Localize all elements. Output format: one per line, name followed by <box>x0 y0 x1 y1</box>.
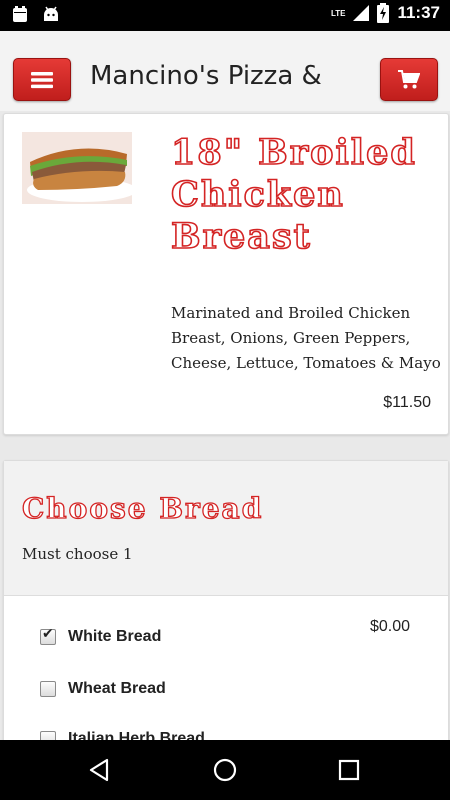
notification-icon <box>13 6 27 22</box>
checkmark-icon: ✔ <box>42 626 54 642</box>
option-wheat-bread[interactable]: Wheat Bread <box>40 680 166 698</box>
page-title: Mancino's Pizza & <box>90 61 322 91</box>
options-header: Choose Bread Must choose 1 <box>4 461 448 596</box>
product-price: $11.50 <box>383 394 431 411</box>
app-bar: Mancino's Pizza & <box>0 31 450 111</box>
sub-sandwich-image <box>22 132 132 204</box>
clock: 11:37 <box>397 3 440 22</box>
bread-options-card: Choose Bread Must choose 1 ✔ White Bread… <box>3 460 449 762</box>
option-white-bread[interactable]: ✔ White Bread <box>40 626 162 646</box>
back-icon[interactable] <box>86 755 116 785</box>
navigation-bar <box>0 740 450 800</box>
product-title: 18" Broiled Chicken Breast <box>170 131 417 258</box>
status-bar: LTE 11:37 <box>0 0 450 31</box>
options-requirement: Must choose 1 <box>22 545 133 563</box>
hamburger-menu-icon <box>31 71 53 88</box>
signal-icon <box>353 5 370 21</box>
recents-icon[interactable] <box>334 755 364 785</box>
android-icon <box>44 6 58 21</box>
option-label: Wheat Bread <box>68 680 166 697</box>
network-type-label: LTE <box>330 8 346 18</box>
home-icon[interactable] <box>210 755 240 785</box>
checkbox-checked[interactable]: ✔ <box>40 626 56 645</box>
cart-button[interactable] <box>380 58 438 101</box>
battery-charging-icon <box>377 3 390 23</box>
option-price: $0.00 <box>369 618 410 635</box>
options-title: Choose Bread <box>21 491 264 525</box>
product-description: Marinated and Broiled Chicken Breast, On… <box>171 304 441 372</box>
shopping-cart-icon <box>398 69 420 88</box>
options-list: ✔ White Bread $0.00 Wheat Bread Italian … <box>4 596 448 761</box>
checkbox[interactable] <box>40 681 56 697</box>
product-card: 18" Broiled Chicken Breast Marinated and… <box>3 113 449 435</box>
menu-button[interactable] <box>13 58 71 101</box>
option-label: White Bread <box>68 628 162 645</box>
